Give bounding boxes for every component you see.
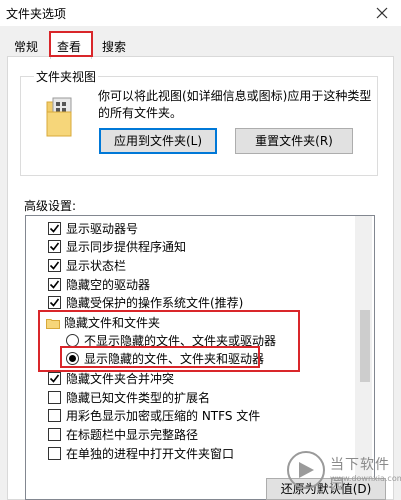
checkmark-icon [49, 374, 60, 383]
restore-defaults-button[interactable]: 还原为默认值(D) [266, 478, 386, 500]
list-item-label: 显示隐藏的文件、文件夹和驱动器 [84, 352, 265, 366]
list-item-label: 显示同步提供程序通知 [66, 240, 187, 254]
checkbox[interactable] [48, 240, 61, 253]
list-item-label: 在标题栏中显示完整路径 [66, 428, 199, 442]
list-item-label: 显示驱动器号 [66, 222, 139, 236]
list-item[interactable]: 隐藏文件夹合并冲突 [26, 369, 356, 389]
list-item[interactable]: 隐藏文件和文件夹 [26, 313, 356, 333]
tab-general[interactable]: 常规 [8, 35, 48, 56]
reset-folders-button[interactable]: 重置文件夹(R) [235, 128, 353, 154]
checkbox[interactable] [48, 259, 61, 272]
list-item[interactable]: 隐藏空的驱动器 [26, 275, 356, 295]
checkmark-icon [49, 261, 60, 270]
checkmark-icon [49, 298, 60, 307]
list-item-label: 用彩色显示加密或压缩的 NTFS 文件 [66, 409, 261, 423]
tab-strip: 常规 查看 搜索 [0, 30, 401, 59]
list-item[interactable]: 显示状态栏 [26, 256, 356, 276]
radio-button[interactable] [66, 334, 79, 347]
list-item-label: 隐藏已知文件类型的扩展名 [66, 391, 211, 405]
list-item[interactable]: 显示驱动器号 [26, 219, 356, 239]
radio-dot-icon [69, 355, 76, 362]
list-item[interactable]: 用彩色显示加密或压缩的 NTFS 文件 [26, 406, 356, 426]
list-item[interactable]: 不显示隐藏的文件、文件夹或驱动器 [26, 331, 356, 351]
checkmark-icon [49, 280, 60, 289]
folder-views-label: 文件夹视图 [34, 68, 99, 85]
checkmark-icon [49, 224, 60, 233]
checkbox[interactable] [48, 372, 61, 385]
list-item[interactable]: 在标题栏中显示完整路径 [26, 425, 356, 445]
list-item-label: 隐藏文件夹合并冲突 [66, 372, 175, 386]
list-item-label: 隐藏文件和文件夹 [64, 316, 161, 330]
list-item[interactable]: 在单独的进程中打开文件夹窗口 [26, 444, 356, 464]
checkbox[interactable] [48, 391, 61, 404]
checkbox[interactable] [48, 428, 61, 441]
close-button[interactable] [371, 2, 393, 24]
radio-button[interactable] [66, 352, 79, 365]
checkbox[interactable] [48, 447, 61, 460]
scrollbar-thumb[interactable] [360, 310, 370, 382]
list-item[interactable]: 显示同步提供程序通知 [26, 237, 356, 257]
tab-view[interactable]: 查看 [50, 32, 92, 59]
checkbox[interactable] [48, 409, 61, 422]
list-item-label: 显示状态栏 [66, 259, 127, 273]
list-item[interactable]: 隐藏已知文件类型的扩展名 [26, 388, 356, 408]
folder-view-icon [46, 97, 72, 137]
list-item[interactable]: 显示隐藏的文件、文件夹和驱动器 [26, 349, 356, 369]
list-item-label: 不显示隐藏的文件、文件夹或驱动器 [84, 334, 277, 348]
checkmark-icon [49, 242, 60, 251]
list-item-label: 隐藏空的驱动器 [66, 278, 151, 292]
folder-icon [46, 319, 60, 329]
close-icon [376, 7, 388, 19]
apply-to-folders-button[interactable]: 应用到文件夹(L) [99, 128, 217, 154]
advanced-settings-list[interactable]: 显示驱动器号 显示同步提供程序通知 显示状态栏 隐藏空的驱动器 隐藏受保护的操作… [25, 215, 375, 500]
checkbox[interactable] [48, 222, 61, 235]
list-item-label: 在单独的进程中打开文件夹窗口 [66, 447, 235, 461]
tab-search[interactable]: 搜索 [96, 35, 138, 56]
title-bar: 文件夹选项 [0, 0, 401, 26]
window-title: 文件夹选项 [6, 7, 67, 21]
advanced-settings-label: 高级设置: [24, 199, 77, 213]
checkbox[interactable] [48, 296, 61, 309]
folder-views-description: 你可以将此视图(如详细信息或图标)应用于这种类型的所有文件夹。 [98, 89, 372, 120]
checkbox[interactable] [48, 278, 61, 291]
list-item[interactable]: 隐藏受保护的操作系统文件(推荐) [26, 293, 356, 313]
list-item-label: 隐藏受保护的操作系统文件(推荐) [66, 296, 244, 310]
